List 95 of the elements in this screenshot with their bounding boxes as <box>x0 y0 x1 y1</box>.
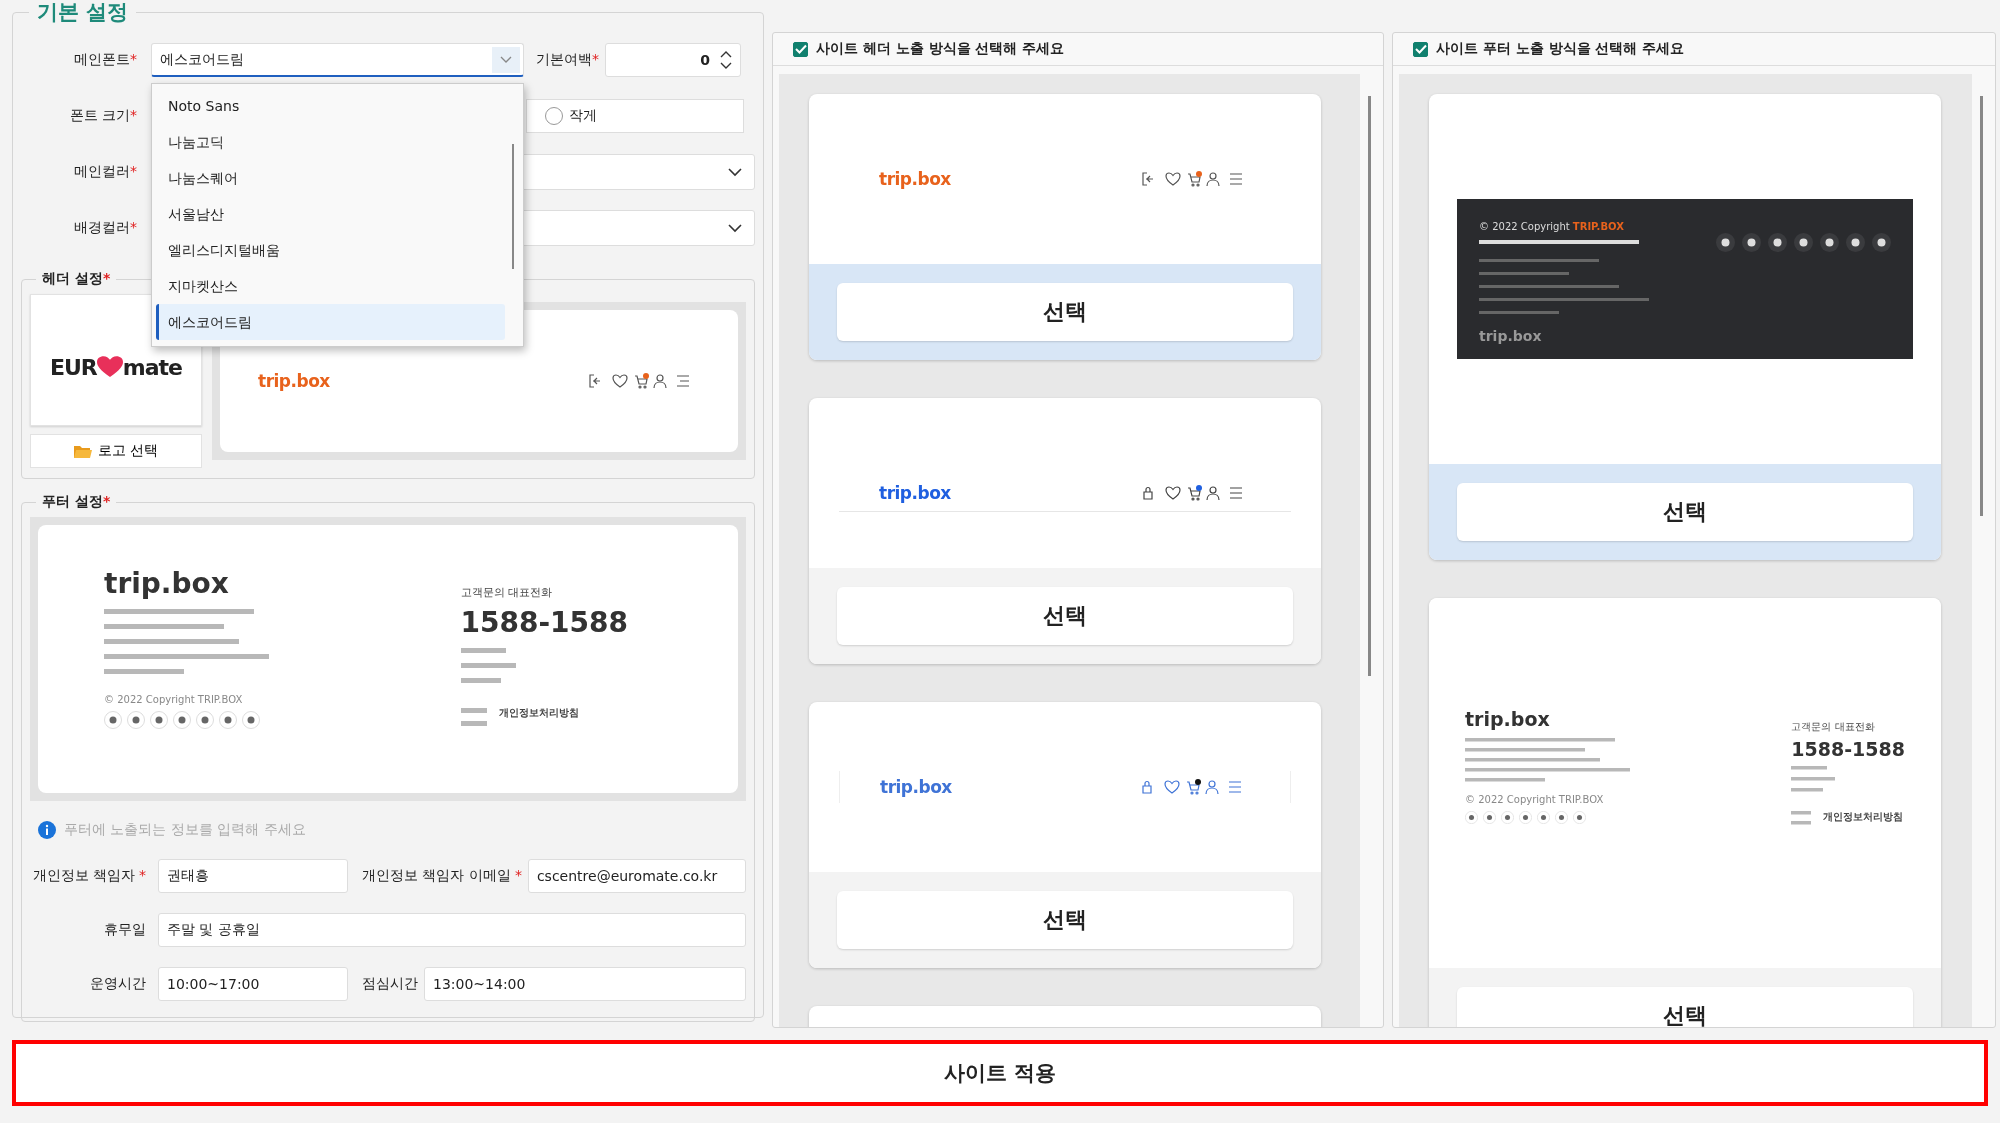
apply-button[interactable]: 사이트 적용 <box>12 1040 1988 1106</box>
chevron-down-icon <box>500 55 512 64</box>
dropdown-option[interactable]: 엘리스디지털배움 <box>156 232 505 268</box>
copyright-text: © 2022 Copyright TRIP.BOX <box>1465 794 1605 805</box>
checkbox[interactable] <box>1413 41 1428 57</box>
select-button[interactable]: 선택 <box>1457 987 1913 1027</box>
field-label: 폰트 크기* <box>68 107 138 125</box>
select-button[interactable]: 선택 <box>837 283 1293 341</box>
brand-logo: trip.box <box>1465 708 1551 730</box>
scrollbar[interactable] <box>512 144 514 269</box>
social-icon <box>1483 811 1496 824</box>
social-icon <box>1501 811 1514 824</box>
field-label: 메인컬러* <box>73 163 138 181</box>
brand-logo: trip.box <box>104 567 230 600</box>
logo-text: EUR <box>49 354 97 380</box>
copyright-text: © 2022 Copyright TRIP.BOX <box>1479 221 1625 232</box>
policy-link: 개인정보처리방침 <box>1823 810 1904 824</box>
social-icon <box>1846 233 1865 252</box>
field-label: 기본여백* <box>536 51 599 69</box>
brand-logo: trip.box <box>1479 328 1543 344</box>
section-title: 기본 설정 <box>36 0 130 26</box>
select-button[interactable]: 선택 <box>837 891 1293 949</box>
scrollbar[interactable] <box>1368 96 1371 676</box>
dropdown-option[interactable]: 나눔스퀘어 <box>156 160 505 196</box>
social-icon <box>1573 811 1586 824</box>
social-icon <box>219 711 237 729</box>
phone-label: 고객문의 대표전화 <box>460 585 553 600</box>
select-button[interactable]: 선택 <box>837 587 1293 645</box>
panel-title: 사이트 푸터 노출 방식을 선택해 주세요 <box>1436 40 1685 58</box>
text-lines-drawing <box>460 706 489 728</box>
field-label: 점심시간 <box>362 975 418 993</box>
font-dropdown[interactable]: 에스코어드림 <box>151 43 524 77</box>
phone-label: 고객문의 대표전화 <box>1791 720 1876 734</box>
header-style-card[interactable]: trip.box 선택 <box>809 702 1321 968</box>
social-icon <box>1465 811 1478 824</box>
social-icon <box>150 711 168 729</box>
brand-logo: trip.box <box>880 777 952 797</box>
logo-select-button[interactable]: 로고 선택 <box>30 434 202 468</box>
brand-logo: trip.box <box>258 371 330 391</box>
social-icon <box>173 711 191 729</box>
checkbox[interactable] <box>793 41 808 57</box>
social-icon <box>1768 233 1787 252</box>
social-icon <box>1742 233 1761 252</box>
phone-number: 1588-1588 <box>460 606 628 639</box>
social-icon <box>1716 233 1735 252</box>
social-icon <box>127 711 145 729</box>
brand-logo: trip.box <box>879 482 951 503</box>
social-icon <box>1537 811 1550 824</box>
logo-text: mate <box>122 354 183 380</box>
social-icon <box>242 711 260 729</box>
phone-number: 1588-1588 <box>1791 738 1905 760</box>
brand-logo: trip.box <box>879 169 951 189</box>
chevron-down-icon <box>728 167 742 177</box>
scrollbar[interactable] <box>1980 96 1983 516</box>
field-label: 개인정보 책임자 * <box>31 867 147 885</box>
social-icon <box>1519 811 1532 824</box>
number-field[interactable]: 0 <box>605 43 741 77</box>
footer-style-card[interactable]: © 2022 Copyright TRIP.BOX trip.box 선택 <box>1429 94 1941 560</box>
social-icon <box>1794 233 1813 252</box>
chevron-down-icon <box>728 223 742 233</box>
dropdown-option[interactable]: 에스코어드림 <box>156 304 505 340</box>
section-title: 푸터 설정* <box>41 493 112 511</box>
select-button[interactable]: 선택 <box>1457 483 1913 541</box>
text-field[interactable]: cscentre@euromate.co.kr <box>527 859 746 893</box>
spinner-arrows-icon <box>720 50 732 70</box>
heart-icon <box>96 356 123 378</box>
footer-style-card[interactable]: trip.box © 2022 Copyright TRIP.BOX 고객문의 대표전화 1588-1588 개인정보처리방침 선택 <box>1429 598 1941 1027</box>
hint-text: 푸터에 노출되는 정보를 입력해 주세요 <box>64 821 306 839</box>
dropdown-option[interactable]: 나눔고딕 <box>156 124 505 160</box>
folder-icon <box>73 443 92 459</box>
text-field[interactable]: 13:00~14:00 <box>424 967 746 1001</box>
dropdown-option[interactable]: 서울남산 <box>156 196 505 232</box>
radio-option[interactable]: 작게 <box>545 107 597 125</box>
info-icon <box>38 821 56 839</box>
dropdown-option[interactable]: Noto Sans <box>156 88 505 124</box>
text-field[interactable]: 주말 및 공휴일 <box>158 913 746 947</box>
copyright-text: © 2022 Copyright TRIP.BOX <box>104 694 244 705</box>
field-label: 메인폰트* <box>73 51 138 69</box>
field-label: 배경컬러* <box>73 219 138 237</box>
header-style-card[interactable]: trip.box 선택 <box>809 94 1321 360</box>
text-lines-drawing <box>1791 810 1814 826</box>
text-field[interactable]: 10:00~17:00 <box>158 967 348 1001</box>
social-icon <box>1555 811 1568 824</box>
social-icon <box>1820 233 1839 252</box>
section-title: 헤더 설정* <box>41 270 112 288</box>
social-icon <box>1872 233 1891 252</box>
social-icon <box>104 711 122 729</box>
panel-title: 사이트 헤더 노출 방식을 선택해 주세요 <box>816 40 1065 58</box>
dropdown-option[interactable]: 지마켓산스 <box>156 268 505 304</box>
field-label: 개인정보 책임자 이메일 * <box>362 867 522 885</box>
text-field[interactable]: 권태흥 <box>158 859 348 893</box>
field-label: 운영시간 <box>89 975 147 993</box>
field-label: 휴무일 <box>103 921 147 939</box>
header-style-card[interactable]: trip.box 선택 <box>809 398 1321 664</box>
social-icon <box>196 711 214 729</box>
